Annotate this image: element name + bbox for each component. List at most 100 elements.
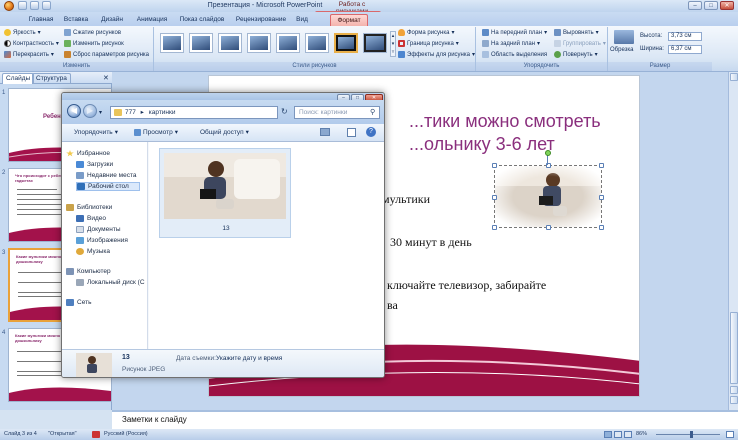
libraries-icon bbox=[66, 204, 74, 211]
search-input[interactable]: Поиск: картинки bbox=[294, 106, 380, 119]
nav-music[interactable]: Музыка bbox=[76, 248, 110, 255]
scroll-up-icon[interactable] bbox=[730, 73, 738, 81]
compress-label: Сжатие рисунков bbox=[73, 29, 122, 36]
tab-outline[interactable]: Структура bbox=[32, 73, 71, 84]
path-current[interactable]: картинки bbox=[149, 109, 176, 116]
prev-slide-icon[interactable] bbox=[730, 386, 738, 394]
pane-close-icon[interactable]: ✕ bbox=[103, 74, 109, 82]
view-options-icon[interactable] bbox=[320, 128, 330, 136]
nav-images[interactable]: Изображения bbox=[76, 237, 128, 244]
close-button[interactable]: ✕ bbox=[720, 1, 734, 10]
picture-border-button[interactable]: Граница рисунка ▾ bbox=[398, 40, 459, 47]
style-thumb-3[interactable] bbox=[218, 33, 242, 53]
selection-pane-button[interactable]: Область выделения bbox=[482, 51, 547, 58]
contrast-icon bbox=[4, 40, 11, 47]
style-thumb-8[interactable] bbox=[363, 33, 387, 53]
selected-picture[interactable] bbox=[492, 163, 604, 230]
minimize-button[interactable]: – bbox=[688, 1, 702, 10]
rotate-handle[interactable] bbox=[545, 150, 551, 156]
organize-button[interactable]: Упорядочить ▾ bbox=[74, 128, 118, 137]
search-icon: ⚲ bbox=[370, 109, 376, 116]
path-parent[interactable]: 777 bbox=[125, 109, 136, 116]
maximize-button[interactable]: □ bbox=[704, 1, 718, 10]
height-field[interactable]: 3,73 см bbox=[668, 32, 702, 41]
nav-video[interactable]: Видео bbox=[76, 215, 106, 222]
nav-network[interactable]: Сеть bbox=[66, 299, 91, 306]
tab-view[interactable]: Вид bbox=[294, 14, 310, 26]
reset-picture-button[interactable]: Сброс параметров рисунка bbox=[64, 51, 149, 58]
group-button[interactable]: Группировать ▾ bbox=[554, 40, 606, 47]
slideshow-view-icon[interactable] bbox=[624, 431, 632, 438]
nav-computer[interactable]: Компьютер bbox=[66, 268, 111, 275]
details-date-value[interactable]: Укажите дату и время bbox=[216, 355, 282, 362]
save-icon[interactable] bbox=[18, 1, 27, 10]
style-thumb-1[interactable] bbox=[160, 33, 184, 53]
style-thumb-4[interactable] bbox=[247, 33, 271, 53]
help-icon[interactable]: ? bbox=[366, 127, 376, 137]
tab-format[interactable]: Формат bbox=[330, 14, 368, 26]
tab-home[interactable]: Главная bbox=[26, 14, 56, 26]
notes-pane[interactable]: Заметки к слайду bbox=[112, 410, 738, 429]
nav-libraries[interactable]: Библиотеки bbox=[66, 204, 112, 211]
style-thumb-2[interactable] bbox=[189, 33, 213, 53]
nav-images-label: Изображения bbox=[87, 237, 128, 244]
send-back-button[interactable]: На задний план ▾ bbox=[482, 40, 540, 47]
change-picture-button[interactable]: Изменить рисунок bbox=[64, 40, 124, 47]
nav-recent[interactable]: Недавние места bbox=[76, 172, 137, 179]
file-item[interactable]: 13 bbox=[159, 148, 291, 238]
office-button-icon[interactable] bbox=[4, 1, 14, 11]
tab-animation[interactable]: Анимация bbox=[132, 14, 172, 26]
vertical-scrollbar[interactable] bbox=[728, 72, 738, 410]
crop-button[interactable]: Обрезка bbox=[610, 47, 634, 53]
picture-effects-button[interactable]: Эффекты для рисунка ▾ bbox=[398, 51, 475, 58]
zoom-slider-thumb[interactable] bbox=[690, 431, 693, 438]
zoom-level[interactable]: 86% bbox=[636, 429, 647, 440]
recolor-button[interactable]: Перекрасить ▾ bbox=[4, 51, 54, 58]
style-thumb-7[interactable] bbox=[334, 33, 358, 53]
next-slide-icon[interactable] bbox=[730, 396, 738, 404]
language[interactable]: Русский (Россия) bbox=[104, 429, 148, 440]
tab-design[interactable]: Дизайн bbox=[98, 14, 126, 26]
share-button[interactable]: Общий доступ ▾ bbox=[200, 128, 249, 137]
organize-label: Упорядочить bbox=[74, 128, 113, 136]
tab-review[interactable]: Рецензирование bbox=[232, 14, 290, 26]
forward-icon[interactable]: ▶ bbox=[83, 104, 97, 118]
group-icon bbox=[554, 40, 561, 47]
tab-slideshow[interactable]: Показ слайдов bbox=[178, 14, 226, 26]
bring-front-button[interactable]: На передний план ▾ bbox=[482, 29, 547, 36]
nav-favorites[interactable]: Избранное bbox=[66, 150, 110, 157]
brightness-button[interactable]: Яркость ▾ bbox=[4, 29, 41, 36]
undo-icon[interactable] bbox=[30, 1, 39, 10]
preview-button[interactable]: Просмотр ▾ bbox=[134, 128, 178, 136]
tab-insert[interactable]: Вставка bbox=[62, 14, 90, 26]
slide-number: 2 bbox=[2, 170, 6, 176]
crop-icon[interactable] bbox=[614, 30, 634, 44]
tab-slides[interactable]: Слайды bbox=[2, 73, 35, 84]
fit-to-window-icon[interactable] bbox=[726, 431, 734, 438]
nav-documents[interactable]: Документы bbox=[76, 226, 121, 233]
styles-gallery-scroll[interactable]: ▴ ▾ ▿ bbox=[390, 31, 396, 57]
history-dropdown-icon[interactable]: ▾ bbox=[99, 109, 102, 116]
style-thumb-6[interactable] bbox=[305, 33, 329, 53]
spellcheck-icon[interactable] bbox=[92, 431, 100, 438]
sorter-view-icon[interactable] bbox=[614, 431, 622, 438]
rotate-button[interactable]: Повернуть ▾ bbox=[554, 51, 598, 58]
scroll-thumb[interactable] bbox=[730, 312, 738, 384]
normal-view-icon[interactable] bbox=[604, 431, 612, 438]
zoom-slider[interactable] bbox=[656, 434, 720, 435]
contrast-button[interactable]: Контрастность ▾ bbox=[4, 40, 59, 47]
nav-local-disk[interactable]: Локальный диск (С bbox=[76, 279, 145, 286]
nav-downloads[interactable]: Загрузки bbox=[76, 161, 113, 168]
style-thumb-5[interactable] bbox=[276, 33, 300, 53]
compress-pictures-button[interactable]: Сжатие рисунков bbox=[64, 29, 121, 36]
nav-desktop[interactable]: Рабочий стол bbox=[76, 182, 140, 191]
slide-title[interactable]: ...тики можно смотреть ...ольнику 3-6 ле… bbox=[409, 110, 639, 156]
align-button[interactable]: Выровнять ▾ bbox=[554, 29, 599, 36]
address-box[interactable]: 777 ▸ картинки bbox=[110, 106, 278, 119]
refresh-icon[interactable]: ↻ bbox=[281, 107, 288, 116]
redo-icon[interactable] bbox=[42, 1, 51, 10]
picture-shape-button[interactable]: Форма рисунка ▾ bbox=[398, 29, 454, 36]
width-field[interactable]: 6,37 см bbox=[668, 45, 702, 54]
back-icon[interactable]: ◀ bbox=[67, 104, 81, 118]
preview-pane-icon[interactable] bbox=[347, 128, 356, 137]
